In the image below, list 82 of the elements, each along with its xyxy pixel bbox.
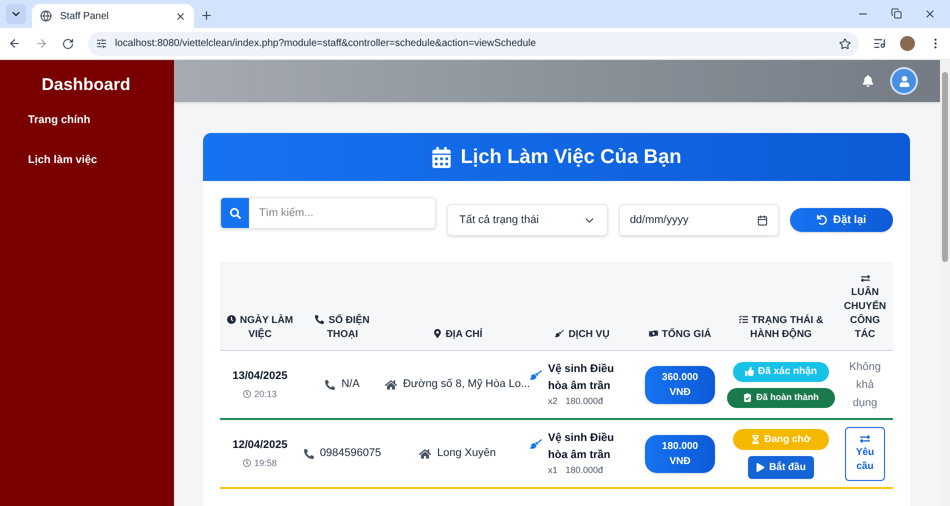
restore-icon[interactable] — [891, 8, 902, 19]
quantity-text: x1 — [548, 464, 558, 477]
service-name: Vệ sinh Điều hòa âm trần — [548, 430, 616, 463]
date-input[interactable]: dd/mm/yyyy — [630, 212, 730, 228]
clock-icon — [243, 390, 252, 398]
phone-icon — [315, 315, 324, 324]
phone-text: N/A — [325, 376, 360, 393]
broom-icon — [530, 368, 542, 381]
total-price-badge: 360.000 VNĐ — [645, 366, 715, 404]
start-button[interactable]: Bắt đầu — [748, 456, 814, 478]
sidebar-link[interactable]: Trang chính — [28, 112, 174, 128]
clipboard-check-icon — [743, 393, 752, 402]
time-text: 19:58 — [243, 456, 277, 470]
time-text: 20:13 — [243, 388, 277, 401]
list-check-icon — [738, 315, 748, 324]
confirmed-badge: Đã xác nhận — [733, 362, 829, 382]
total-price-badge: 180.000 VNĐ — [645, 434, 715, 472]
undo-icon — [817, 215, 828, 225]
hourglass-icon — [751, 434, 760, 444]
unit-price-text: 180.000đ — [566, 464, 604, 477]
play-icon — [756, 462, 766, 472]
house-icon — [384, 378, 397, 390]
reload-icon[interactable] — [62, 38, 74, 50]
arrows-icon — [860, 434, 870, 444]
transfer-column-header: LUÂN CHUYỂN CÔNG TÁC — [843, 274, 887, 342]
close-icon — [175, 10, 186, 22]
house-icon — [419, 448, 432, 460]
quantity-text: x2 — [548, 394, 558, 408]
total-column-header: TỔNG GIÁ — [648, 328, 712, 342]
clock-icon — [226, 315, 236, 324]
reset-button[interactable]: Đặt lại — [790, 208, 893, 232]
media-icon[interactable] — [873, 37, 886, 50]
sidebar-title: Dashboard — [40, 74, 132, 96]
status-select[interactable]: Tất cả trạng thái — [447, 204, 608, 236]
arrows-icon — [860, 274, 870, 283]
bell-icon[interactable] — [862, 75, 874, 87]
date-picker[interactable]: dd/mm/yyyy — [618, 204, 780, 236]
forward-icon[interactable] — [35, 37, 48, 50]
thumbs-up-icon — [745, 367, 754, 376]
site-info-icon — [96, 38, 107, 49]
phone-icon — [304, 448, 314, 458]
calendar-icon — [757, 214, 768, 226]
address-text: Đường số 8, Mỹ Hòa Lo... — [384, 376, 530, 393]
search-input[interactable]: Tìm kiếm... — [249, 198, 436, 228]
search-icon — [230, 208, 240, 218]
broom-icon — [530, 438, 542, 450]
service-name: Vệ sinh Điều hòa âm trần — [548, 362, 616, 394]
date-text: 13/04/2025 — [232, 369, 288, 384]
back-icon[interactable] — [8, 37, 21, 50]
pending-badge: Đang chờ — [733, 428, 829, 450]
request-button[interactable]: Yêu cầu — [845, 426, 885, 480]
close-icon[interactable] — [924, 8, 936, 20]
unavailable-text: Không khả dụng — [848, 360, 882, 410]
browser-tab[interactable]: Staff Panel — [32, 4, 194, 28]
sidebar-link[interactable]: Lịch làm việc — [28, 152, 174, 168]
money-icon — [648, 329, 658, 338]
address-text: Long Xuyên — [419, 445, 496, 462]
map-pin-icon — [432, 329, 442, 338]
phone-icon — [325, 380, 336, 390]
calendar-icon — [432, 146, 451, 168]
date-text: 12/04/2025 — [232, 438, 288, 453]
tab-title: Staff Panel — [60, 10, 110, 24]
date-column-header: NGÀY LÀM VIỆC — [220, 314, 300, 342]
phone-column-header: SỐ ĐIỆN THOẠI — [300, 314, 385, 342]
unit-price-text: 180.000đ — [566, 394, 604, 408]
phone-text: 0984596075 — [304, 445, 382, 462]
search-box[interactable]: Tìm kiếm... — [220, 197, 436, 229]
tab-list-button[interactable] — [6, 4, 26, 24]
globe-icon — [40, 10, 52, 22]
status-column-header: TRẠNG THÁI & HÀNH ĐỘNG — [725, 314, 837, 342]
card-title: Lịch Làm Việc Của Bạn — [460, 145, 682, 170]
new-tab-icon[interactable] — [200, 9, 213, 22]
broom-icon — [555, 329, 564, 338]
completed-button[interactable]: Đã hoàn thành — [727, 388, 835, 408]
user-avatar[interactable] — [890, 67, 918, 95]
address-bar[interactable]: localhost:8080/viettelclean/index.php?module=staff&controller=schedule&action=viewSchedule — [88, 32, 859, 56]
service-column-header: DỊCH VỤ — [555, 328, 610, 342]
url-text: localhost:8080/viettelclean/index.php?module=staff&controller=schedule&action=viewSchedule — [115, 37, 537, 51]
clock-icon — [243, 459, 252, 468]
address-column-header: ĐỊA CHỈ — [432, 328, 482, 342]
bookmark-icon[interactable] — [839, 38, 851, 50]
profile-avatar[interactable] — [900, 36, 915, 51]
